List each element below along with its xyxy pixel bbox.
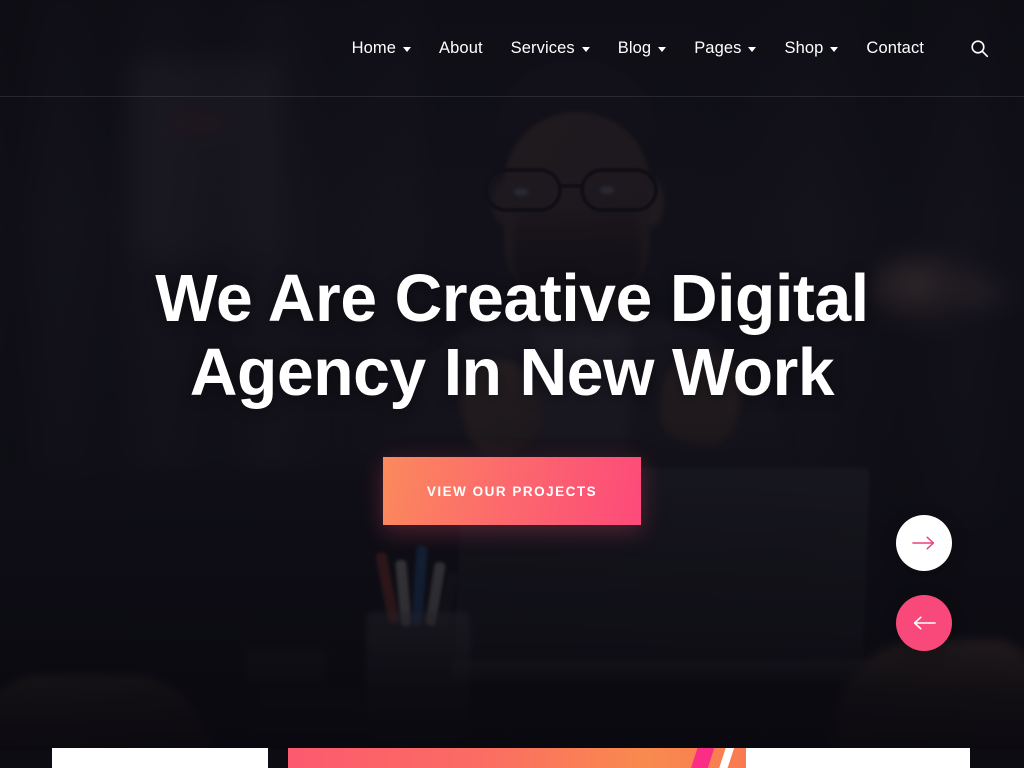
feature-card-left[interactable] bbox=[52, 748, 268, 768]
chevron-down-icon bbox=[581, 46, 590, 52]
feature-card-gradient[interactable] bbox=[288, 748, 746, 768]
chevron-down-icon bbox=[403, 46, 412, 52]
nav-item-about[interactable]: About bbox=[425, 31, 497, 66]
nav-item-label: Pages bbox=[694, 38, 742, 57]
nav-item-label: Shop bbox=[784, 38, 824, 57]
nav-item-label: Home bbox=[351, 38, 397, 57]
feature-card-right[interactable] bbox=[746, 748, 970, 768]
main-navigation: Home About Services Blog Pages Shop Cont… bbox=[338, 31, 938, 66]
arrow-right-icon bbox=[912, 536, 935, 550]
search-icon bbox=[970, 39, 988, 57]
site-header: Home About Services Blog Pages Shop Cont… bbox=[0, 0, 1024, 97]
slider-prev-button[interactable] bbox=[896, 595, 952, 651]
card-stripe-pink bbox=[686, 748, 718, 768]
nav-item-contact[interactable]: Contact bbox=[852, 31, 938, 66]
feature-cards-preview bbox=[0, 748, 1024, 768]
chevron-down-icon bbox=[830, 46, 839, 52]
search-button[interactable] bbox=[956, 25, 1002, 71]
nav-item-label: Blog bbox=[617, 38, 652, 57]
slider-navigation bbox=[896, 515, 952, 651]
slider-next-button[interactable] bbox=[896, 515, 952, 571]
chevron-down-icon bbox=[658, 46, 667, 52]
card-stripe-white bbox=[714, 748, 738, 768]
nav-item-label: Services bbox=[510, 38, 575, 57]
hero-section bbox=[0, 0, 1024, 750]
chevron-down-icon bbox=[748, 46, 757, 52]
nav-item-label: About bbox=[439, 38, 483, 57]
nav-item-blog[interactable]: Blog bbox=[604, 31, 680, 66]
nav-item-services[interactable]: Services bbox=[497, 31, 604, 66]
nav-item-label: Contact bbox=[866, 38, 924, 57]
hero-dark-overlay bbox=[0, 0, 1024, 750]
view-our-projects-button[interactable]: VIEW OUR PROJECTS bbox=[383, 457, 641, 526]
nav-item-home[interactable]: Home bbox=[338, 31, 425, 66]
nav-item-pages[interactable]: Pages bbox=[680, 31, 770, 66]
page-root: Home About Services Blog Pages Shop Cont… bbox=[0, 0, 1024, 768]
nav-item-shop[interactable]: Shop bbox=[770, 31, 852, 66]
arrow-left-icon bbox=[913, 616, 936, 630]
